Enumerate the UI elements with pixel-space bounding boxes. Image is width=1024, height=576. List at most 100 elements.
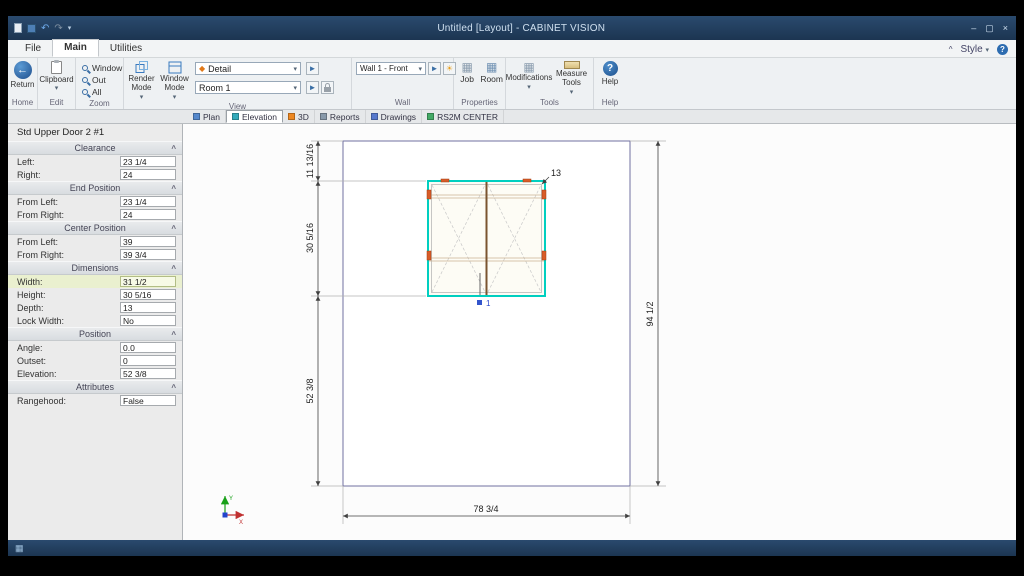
tab-elevation[interactable]: Elevation: [226, 110, 283, 123]
window-mode-button[interactable]: Window Mode ▾: [159, 61, 190, 101]
width-field[interactable]: [120, 276, 176, 287]
property-row: Rangehood:: [8, 394, 182, 407]
angle-field[interactable]: [120, 342, 176, 353]
group-label-help: Help: [594, 97, 626, 109]
detail-dropdown[interactable]: ◆ Detail ▾: [195, 62, 301, 75]
room-caret-icon: ▾: [293, 84, 297, 92]
undo-icon[interactable]: ↶: [41, 23, 49, 34]
tab-drawings[interactable]: Drawings: [366, 110, 422, 123]
clearance-left-field[interactable]: [120, 156, 176, 167]
section-header-center-position[interactable]: Center Position ^: [8, 221, 182, 235]
3d-tab-icon: [288, 113, 295, 120]
elevation-tab-icon: [232, 113, 239, 120]
maximize-button[interactable]: ▢: [985, 23, 994, 34]
outset-field[interactable]: [120, 355, 176, 366]
window-mode-caret-icon: ▾: [173, 94, 177, 101]
return-button[interactable]: ← Return: [10, 61, 35, 89]
property-row: Right:: [8, 168, 182, 181]
zoom-all-icon: [82, 89, 88, 95]
view-forward-button[interactable]: ►: [306, 62, 319, 75]
tab-rs2m-center[interactable]: RS2M CENTER: [422, 110, 504, 123]
field-label: Elevation:: [17, 369, 120, 379]
tab-utilities[interactable]: Utilities: [99, 41, 153, 57]
center-from-right-field[interactable]: [120, 249, 176, 260]
zoom-window-button[interactable]: Window: [78, 62, 121, 74]
property-row-width: Width:: [8, 275, 182, 288]
close-button[interactable]: ×: [1003, 23, 1008, 34]
field-label: Outset:: [17, 356, 120, 366]
room-button[interactable]: ▦ Room: [480, 61, 503, 84]
tab-3d[interactable]: 3D: [283, 110, 315, 123]
depth-field[interactable]: [120, 302, 176, 313]
section-header-attributes[interactable]: Attributes ^: [8, 380, 182, 394]
section-label: Center Position: [64, 223, 126, 233]
height-field[interactable]: [120, 289, 176, 300]
group-label-home: Home: [8, 97, 37, 109]
field-label: From Left:: [17, 237, 120, 247]
cabinet[interactable]: [427, 179, 546, 296]
render-mode-label: Render Mode: [126, 75, 157, 93]
measure-tools-button[interactable]: Measure Tools ▾: [552, 61, 591, 96]
help-question-icon: ?: [603, 61, 618, 76]
rangehood-field[interactable]: [120, 395, 176, 406]
center-from-left-field[interactable]: [120, 236, 176, 247]
item-number: 1: [486, 299, 491, 308]
window-mode-label: Window Mode: [159, 75, 190, 93]
section-header-end-position[interactable]: End Position ^: [8, 181, 182, 195]
new-document-icon[interactable]: [14, 23, 22, 33]
clipboard-button[interactable]: Clipboard ▾: [40, 61, 73, 92]
status-grid-icon[interactable]: ▦: [15, 543, 24, 554]
tab-main[interactable]: Main: [52, 39, 99, 57]
ribbon-group-properties: ▦ Job ▦ Room Properties: [454, 58, 506, 109]
zoom-all-button[interactable]: All: [78, 86, 121, 98]
drawings-tab-icon: [371, 113, 378, 120]
zoom-out-icon: [82, 77, 88, 83]
next-wall-button[interactable]: ►: [428, 62, 441, 75]
rs2m-tab-icon: [427, 113, 434, 120]
elevation-field[interactable]: [120, 368, 176, 379]
save-icon[interactable]: [27, 24, 36, 33]
collapse-chevron-icon: ^: [171, 264, 176, 273]
minimize-button[interactable]: –: [971, 23, 976, 34]
render-mode-button[interactable]: Render Mode ▾: [126, 61, 157, 101]
collapse-ribbon-icon[interactable]: ^: [949, 45, 953, 54]
room-lock-button[interactable]: [321, 81, 334, 94]
section-header-position[interactable]: Position ^: [8, 327, 182, 341]
ribbon-group-view: Render Mode ▾ Window Mode ▾ ◆ Detail ▾: [124, 58, 352, 109]
section-label: Attributes: [76, 382, 114, 392]
property-row: From Right:: [8, 248, 182, 261]
help-button[interactable]: ? Help: [596, 61, 624, 86]
zoom-out-button[interactable]: Out: [78, 74, 121, 86]
section-header-clearance[interactable]: Clearance ^: [8, 141, 182, 155]
detail-value: Detail: [208, 64, 231, 74]
tab-reports[interactable]: Reports: [315, 110, 366, 123]
redo-icon[interactable]: ↷: [54, 23, 62, 34]
ribbon-group-home: ← Return Home: [8, 58, 38, 109]
tab-plan[interactable]: Plan: [188, 110, 226, 123]
property-row: Outset:: [8, 354, 182, 367]
app-window: ↶ ↷ ▾ Untitled [Layout] - CABINET VISION…: [8, 16, 1016, 556]
wall-caret-icon: ▾: [418, 65, 422, 73]
tab-file[interactable]: File: [14, 41, 52, 57]
job-button[interactable]: ▦ Job: [456, 61, 478, 84]
end-from-right-field[interactable]: [120, 209, 176, 220]
property-row: From Left:: [8, 235, 182, 248]
modifications-button[interactable]: ▦ Modifications ▾: [508, 61, 550, 91]
group-label-edit: Edit: [38, 97, 75, 109]
end-from-left-field[interactable]: [120, 196, 176, 207]
item-number-icon: [477, 300, 482, 305]
property-row: From Right:: [8, 208, 182, 221]
drawing-canvas[interactable]: 11 13/16 30 5/16 52 3/8 94 1/2 78 3/4: [183, 124, 1016, 540]
room-next-button[interactable]: ►: [306, 81, 319, 94]
group-label-tools: Tools: [506, 97, 593, 109]
lock-width-field[interactable]: [120, 315, 176, 326]
help-icon[interactable]: ?: [997, 44, 1008, 55]
room-dropdown[interactable]: Room 1 ▾: [195, 81, 301, 94]
style-menu[interactable]: Style ▾: [960, 44, 989, 55]
quick-access-toolbar: ↶ ↷ ▾: [14, 23, 71, 34]
clipboard-caret-icon: ▾: [55, 85, 59, 92]
wall-dropdown[interactable]: Wall 1 - Front ▾: [356, 62, 426, 75]
return-icon: ←: [14, 61, 32, 79]
section-header-dimensions[interactable]: Dimensions ^: [8, 261, 182, 275]
clearance-right-field[interactable]: [120, 169, 176, 180]
